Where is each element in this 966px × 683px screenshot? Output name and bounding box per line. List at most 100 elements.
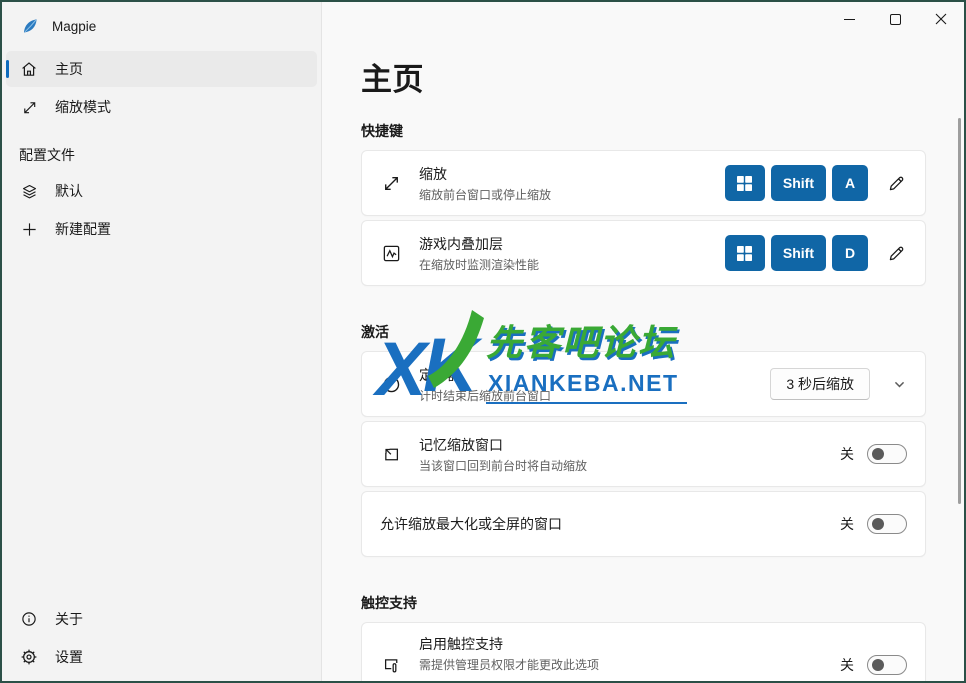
main-content: 主页 快捷键 缩放 缩放前台窗口或停止缩放 <box>322 2 964 681</box>
card-text: 缩放 缩放前台窗口或停止缩放 <box>419 164 551 203</box>
card-right: 关 <box>840 514 907 534</box>
layers-icon <box>20 182 38 200</box>
sidebar-item-label: 默认 <box>55 181 83 201</box>
touch-support-toggle[interactable] <box>867 655 907 675</box>
sidebar-item-new-profile[interactable]: 新建配置 <box>6 211 317 247</box>
card-title: 缩放 <box>419 164 551 184</box>
close-icon <box>935 13 947 25</box>
sidebar-spacer <box>2 249 321 599</box>
card-subtitle: 缩放前台窗口或停止缩放 <box>419 186 551 203</box>
windows-key-badge <box>725 165 765 201</box>
close-button[interactable] <box>918 2 964 36</box>
page-title: 主页 <box>361 54 926 99</box>
sidebar-item-settings[interactable]: 设置 <box>6 639 317 675</box>
windows-logo-icon <box>737 176 752 191</box>
toggle-state-label: 关 <box>840 655 854 675</box>
section-shortcuts-label: 快捷键 <box>361 121 926 141</box>
sidebar-item-about[interactable]: 关于 <box>6 601 317 637</box>
magpie-feather-logo-icon <box>21 17 39 35</box>
window-arrow-icon <box>380 443 402 465</box>
resize-arrow-icon <box>380 172 402 194</box>
sidebar-item-label: 关于 <box>55 609 83 629</box>
app-header: Magpie <box>2 2 321 45</box>
edit-shortcut-button[interactable] <box>885 172 907 194</box>
info-icon <box>20 610 38 628</box>
letter-key-badge: A <box>832 165 868 201</box>
home-icon <box>20 60 38 78</box>
sidebar-nav: 主页 缩放模式 配置文件 默认 <box>2 49 321 249</box>
expander-button[interactable] <box>891 376 907 392</box>
toggle-state-label: 关 <box>840 514 854 534</box>
sidebar-item-label: 新建配置 <box>55 219 111 239</box>
learn-more-link[interactable]: 了解更多 <box>419 677 599 681</box>
window-controls <box>826 2 964 36</box>
card-text: 定时器 计时结束后缩放前台窗口 <box>419 365 551 404</box>
card-text: 记忆缩放窗口 当该窗口回到前台时将自动缩放 <box>419 435 587 474</box>
card-right: 关 <box>840 444 907 464</box>
scrollbar-thumb[interactable] <box>958 118 961 504</box>
toggle-knob <box>872 448 884 460</box>
card-title: 允许缩放最大化或全屏的窗口 <box>380 514 562 534</box>
gear-icon <box>20 648 38 666</box>
touch-support-card: 启用触控支持 需提供管理员权限才能更改此选项 了解更多 关 <box>361 622 926 681</box>
windows-key-badge <box>725 235 765 271</box>
remember-window-toggle[interactable] <box>867 444 907 464</box>
toggle-knob <box>872 659 884 671</box>
card-text: 允许缩放最大化或全屏的窗口 <box>380 514 562 534</box>
plus-icon <box>20 220 38 238</box>
maximize-button[interactable] <box>872 2 918 36</box>
sidebar-item-home[interactable]: 主页 <box>6 51 317 87</box>
timer-card: 定时器 计时结束后缩放前台窗口 3 秒后缩放 <box>361 351 926 417</box>
allow-fullscreen-toggle[interactable] <box>867 514 907 534</box>
card-text: 游戏内叠加层 在缩放时监测渲染性能 <box>419 234 539 273</box>
resize-arrow-icon <box>20 98 38 116</box>
card-title: 记忆缩放窗口 <box>419 435 587 455</box>
sidebar-item-default-profile[interactable]: 默认 <box>6 173 317 209</box>
sidebar-item-label: 设置 <box>55 647 83 667</box>
section-touch-label: 触控支持 <box>361 593 926 613</box>
sidebar: Magpie 主页 缩放模式 <box>2 2 322 681</box>
app-title: Magpie <box>52 19 96 34</box>
card-title: 定时器 <box>419 365 551 385</box>
shortcut-card-scale: 缩放 缩放前台窗口或停止缩放 <box>361 150 926 216</box>
allow-fullscreen-card: 允许缩放最大化或全屏的窗口 关 <box>361 491 926 557</box>
card-title: 启用触控支持 <box>419 634 599 654</box>
hotkey-display: Shift A <box>725 165 868 201</box>
minimize-icon <box>844 19 855 20</box>
card-subtitle: 当该窗口回到前台时将自动缩放 <box>419 457 587 474</box>
shift-key-badge: Shift <box>771 235 826 271</box>
shortcut-card-overlay: 游戏内叠加层 在缩放时监测渲染性能 <box>361 220 926 286</box>
chevron-down-icon <box>892 377 907 392</box>
card-text: 启用触控支持 需提供管理员权限才能更改此选项 了解更多 <box>419 634 599 681</box>
windows-logo-icon <box>737 246 752 261</box>
touch-icon <box>380 654 402 676</box>
edit-shortcut-button[interactable] <box>885 242 907 264</box>
pencil-icon <box>886 173 907 194</box>
toggle-state-label: 关 <box>840 444 854 464</box>
sidebar-footer: 关于 设置 <box>2 599 321 681</box>
timer-delay-dropdown[interactable]: 3 秒后缩放 <box>770 368 870 400</box>
maximize-icon <box>890 14 901 25</box>
card-right: Shift A <box>725 165 907 201</box>
clock-icon <box>380 373 402 395</box>
letter-key-badge: D <box>832 235 868 271</box>
card-subtitle: 在缩放时监测渲染性能 <box>419 256 539 273</box>
remember-window-card: 记忆缩放窗口 当该窗口回到前台时将自动缩放 关 <box>361 421 926 487</box>
card-right: 3 秒后缩放 <box>770 368 907 400</box>
toggle-knob <box>872 518 884 530</box>
card-right: 关 <box>840 655 907 675</box>
minimize-button[interactable] <box>826 2 872 36</box>
performance-graph-icon <box>380 242 402 264</box>
touch-card-list: 启用触控支持 需提供管理员权限才能更改此选项 了解更多 关 <box>361 622 926 681</box>
section-activation-label: 激活 <box>361 322 926 342</box>
shortcuts-card-list: 缩放 缩放前台窗口或停止缩放 <box>361 150 926 286</box>
app-window: Magpie 主页 缩放模式 <box>0 0 966 683</box>
card-subtitle: 计时结束后缩放前台窗口 <box>419 387 551 404</box>
sidebar-item-label: 主页 <box>55 59 83 79</box>
pencil-icon <box>886 243 907 264</box>
shift-key-badge: Shift <box>771 165 826 201</box>
card-right: Shift D <box>725 235 907 271</box>
card-subtitle: 需提供管理员权限才能更改此选项 <box>419 656 599 673</box>
sidebar-item-scaling-modes[interactable]: 缩放模式 <box>6 89 317 125</box>
card-title: 游戏内叠加层 <box>419 234 539 254</box>
